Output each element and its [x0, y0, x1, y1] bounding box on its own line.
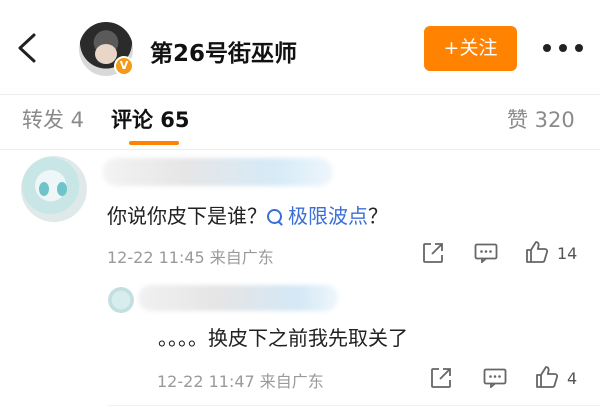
share-icon[interactable]: [422, 242, 444, 264]
search-icon: [267, 209, 282, 224]
verified-badge-icon: V: [114, 56, 134, 76]
back-chevron-icon[interactable]: [14, 32, 40, 64]
comment-text-suffix: ？: [368, 204, 388, 228]
page-title[interactable]: 第26号街巫师: [150, 34, 297, 68]
comment-reply-icon[interactable]: [483, 368, 507, 388]
reply-divider: [108, 405, 600, 406]
reply-author-redacted[interactable]: [138, 285, 338, 311]
comment-text-prefix: 你说你皮下是谁？: [107, 204, 267, 228]
reply-avatar[interactable]: [108, 287, 134, 313]
topic-link[interactable]: 极限波点: [267, 204, 368, 228]
commenter-avatar[interactable]: [21, 156, 87, 222]
like-count: 14: [557, 244, 578, 263]
comment-meta: 12-22 11:45 来自广东: [107, 248, 274, 267]
tab-comments[interactable]: 评论 65: [111, 104, 190, 134]
active-tab-indicator: [129, 141, 179, 145]
share-icon[interactable]: [430, 367, 452, 389]
thumbs-up-icon[interactable]: [525, 240, 549, 264]
more-dots-icon[interactable]: [543, 44, 583, 54]
tab-likes[interactable]: 赞 320: [507, 104, 575, 134]
header-divider: [0, 94, 600, 95]
comment-reply-icon[interactable]: [474, 243, 498, 263]
commenter-name-redacted[interactable]: [103, 158, 333, 186]
reply-like-count: 4: [567, 369, 578, 388]
topic-link-label: 极限波点: [288, 204, 368, 228]
tab-reposts[interactable]: 转发 4: [22, 104, 84, 134]
follow-button[interactable]: +关注: [424, 26, 517, 71]
reply-text: 。。。。换皮下之前我先取关了: [158, 326, 408, 350]
avatar-face: [95, 44, 117, 64]
comment-text: 你说你皮下是谁？ 极限波点？: [107, 200, 388, 229]
reply-meta: 12-22 11:47 来自广东: [157, 372, 324, 391]
thumbs-up-icon[interactable]: [535, 365, 559, 389]
tabs-divider: [0, 149, 600, 150]
